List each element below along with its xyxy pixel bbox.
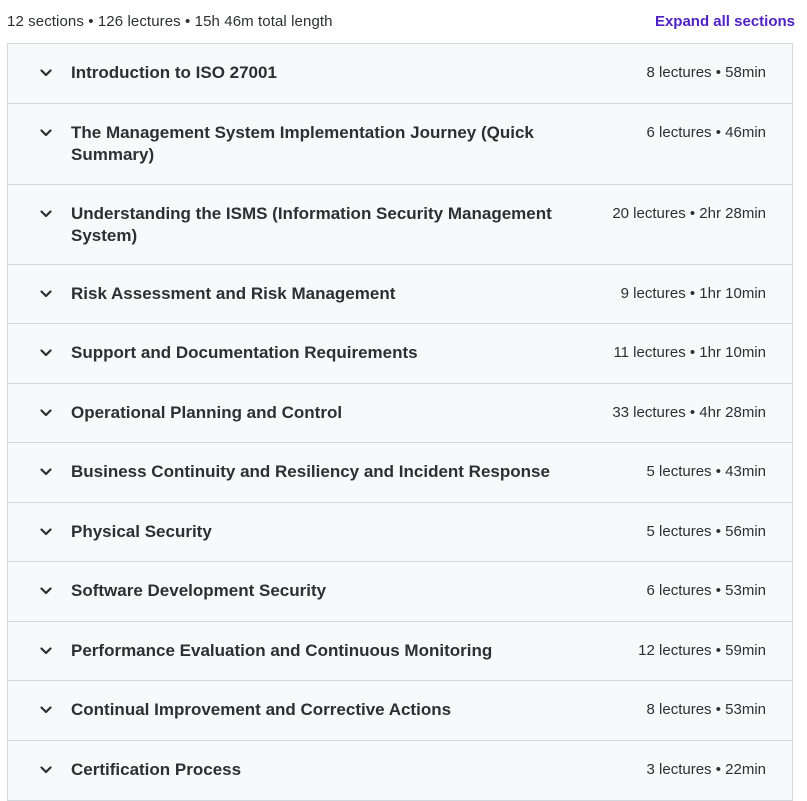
section-title: Software Development Security <box>71 581 327 600</box>
section-header-3[interactable]: Understanding the ISMS (Information Secu… <box>8 185 792 265</box>
section-title: Certification Process <box>71 760 242 779</box>
section-title: Business Continuity and Resiliency and I… <box>71 462 550 481</box>
section-header-9[interactable]: Software Development Security 6 lectures… <box>8 562 792 622</box>
section-title: Continual Improvement and Corrective Act… <box>71 700 452 719</box>
chevron-down-icon <box>38 206 54 222</box>
section-meta: 5 lectures • 56min <box>646 523 766 540</box>
section-header-5[interactable]: Support and Documentation Requirements 1… <box>8 324 792 384</box>
section-header-1[interactable]: Introduction to ISO 27001 8 lectures • 5… <box>8 44 792 104</box>
section-header-7[interactable]: Business Continuity and Resiliency and I… <box>8 443 792 503</box>
section-title: Risk Assessment and Risk Management <box>71 284 396 303</box>
section-title: Performance Evaluation and Continuous Mo… <box>71 641 493 660</box>
section-header-4[interactable]: Risk Assessment and Risk Management 9 le… <box>8 265 792 324</box>
section-title: Introduction to ISO 27001 <box>71 63 277 82</box>
section-title: Physical Security <box>71 522 212 541</box>
chevron-down-icon <box>38 286 54 302</box>
section-meta: 8 lectures • 58min <box>646 64 766 81</box>
section-meta: 3 lectures • 22min <box>646 761 766 778</box>
section-meta: 11 lectures • 1hr 10min <box>613 344 766 361</box>
curriculum-section-list: Introduction to ISO 27001 8 lectures • 5… <box>7 43 793 801</box>
chevron-down-icon <box>38 125 54 141</box>
section-meta: 12 lectures • 59min <box>638 642 766 659</box>
chevron-down-icon <box>38 524 54 540</box>
curriculum-summary: 12 sections • 126 lectures • 15h 46m tot… <box>7 12 333 30</box>
chevron-down-icon <box>38 464 54 480</box>
section-meta: 20 lectures • 2hr 28min <box>612 205 766 222</box>
section-title: Operational Planning and Control <box>71 403 343 422</box>
section-title: The Management System Implementation Jou… <box>71 123 534 164</box>
section-title: Support and Documentation Requirements <box>71 343 418 362</box>
section-meta: 5 lectures • 43min <box>646 463 766 480</box>
section-header-6[interactable]: Operational Planning and Control 33 lect… <box>8 384 792 443</box>
section-meta: 33 lectures • 4hr 28min <box>612 404 766 421</box>
section-meta: 8 lectures • 53min <box>646 701 766 718</box>
chevron-down-icon <box>38 702 54 718</box>
section-header-8[interactable]: Physical Security 5 lectures • 56min <box>8 503 792 562</box>
section-title: Understanding the ISMS (Information Secu… <box>71 204 552 245</box>
section-meta: 9 lectures • 1hr 10min <box>620 285 766 302</box>
chevron-down-icon <box>38 65 54 81</box>
section-meta: 6 lectures • 46min <box>646 124 766 141</box>
chevron-down-icon <box>38 405 54 421</box>
chevron-down-icon <box>38 345 54 361</box>
section-header-12[interactable]: Certification Process 3 lectures • 22min <box>8 741 792 801</box>
chevron-down-icon <box>38 762 54 778</box>
expand-all-sections-button[interactable]: Expand all sections <box>655 13 795 30</box>
section-meta: 6 lectures • 53min <box>646 582 766 599</box>
chevron-down-icon <box>38 643 54 659</box>
section-header-2[interactable]: The Management System Implementation Jou… <box>8 104 792 185</box>
section-header-10[interactable]: Performance Evaluation and Continuous Mo… <box>8 622 792 681</box>
chevron-down-icon <box>38 583 54 599</box>
curriculum-summary-bar: 12 sections • 126 lectures • 15h 46m tot… <box>7 0 795 42</box>
section-header-11[interactable]: Continual Improvement and Corrective Act… <box>8 681 792 741</box>
